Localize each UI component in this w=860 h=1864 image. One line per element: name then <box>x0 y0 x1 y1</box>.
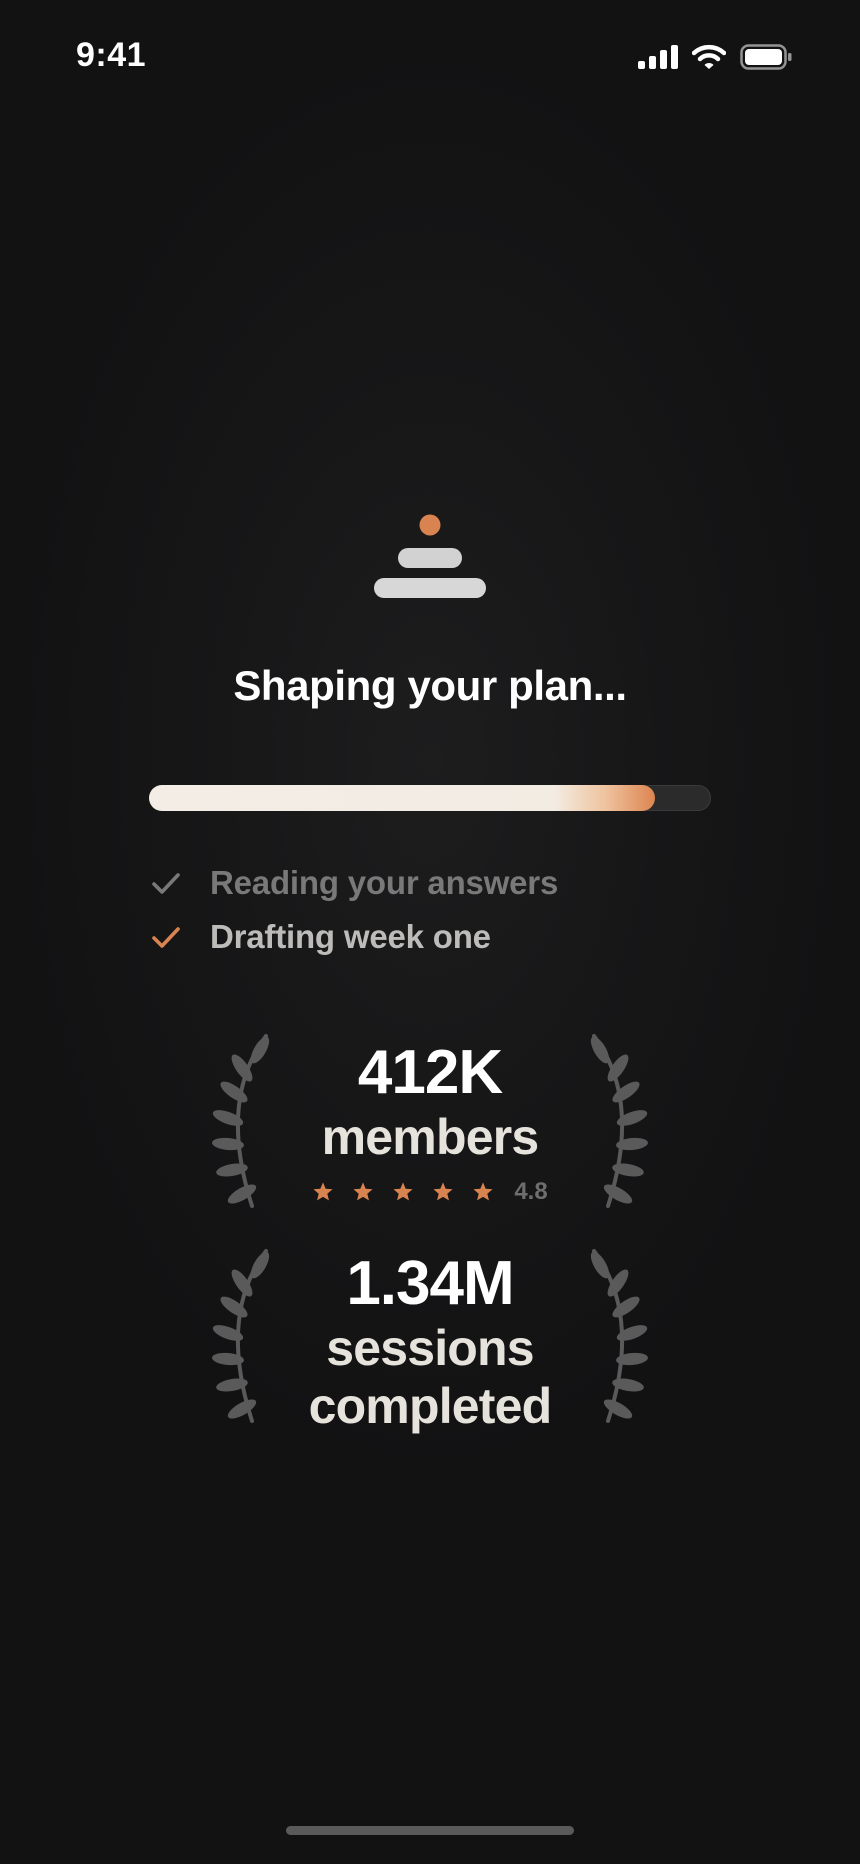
star-icon <box>473 1182 493 1201</box>
loading-screen: 9:41 Shaping your plan... Reading your a… <box>0 0 860 1864</box>
stacked-stones-icon <box>374 514 486 598</box>
progress-fill <box>149 785 655 811</box>
rating: 4.8 <box>200 1178 660 1206</box>
stat-label: sessions completed <box>308 1320 553 1434</box>
rating-stars <box>312 1181 494 1203</box>
battery-icon <box>740 44 792 70</box>
step-reading-answers: Reading your answers <box>148 856 558 910</box>
star-icon <box>353 1182 373 1201</box>
progress-bar <box>149 785 711 811</box>
status-time: 9:41 <box>76 36 147 74</box>
status-bar: 9:41 <box>0 0 860 118</box>
progress-steps: Reading your answers Drafting week one <box>148 856 558 964</box>
wifi-icon <box>692 44 726 69</box>
loading-headline: Shaping your plan... <box>233 662 627 709</box>
rating-value: 4.8 <box>514 1178 548 1205</box>
stat-members: 412K members 4.8 <box>200 1030 660 1220</box>
step-label: Reading your answers <box>210 864 559 901</box>
star-icon <box>433 1182 453 1201</box>
cellular-signal-icon <box>638 45 678 69</box>
check-icon <box>152 927 180 948</box>
stat-label: members <box>321 1109 540 1165</box>
step-label: Drafting week one <box>210 918 491 955</box>
stat-sessions: 1.34M sessions completed <box>200 1245 660 1435</box>
step-drafting-week: Drafting week one <box>148 910 558 964</box>
home-indicator[interactable] <box>286 1826 574 1835</box>
star-icon <box>393 1182 413 1201</box>
status-icons <box>638 44 792 70</box>
stat-value: 1.34M <box>346 1249 514 1318</box>
star-icon <box>313 1182 333 1201</box>
stat-value: 412K <box>357 1038 503 1107</box>
check-icon <box>152 873 180 894</box>
